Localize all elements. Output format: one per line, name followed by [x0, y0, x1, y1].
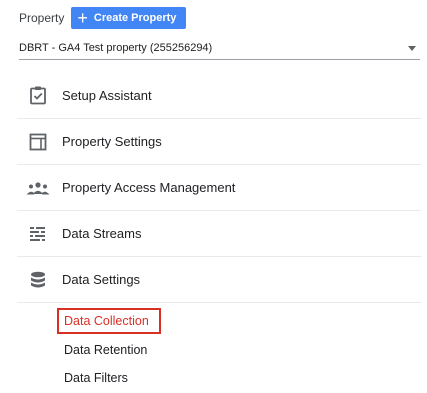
submenu-item-data-filters[interactable]: Data Filters	[57, 364, 161, 392]
plus-icon: +	[77, 7, 88, 28]
property-header: Property + Create Property	[19, 7, 187, 29]
menu-item-label: Property Settings	[62, 134, 162, 149]
menu-item-label: Setup Assistant	[62, 87, 152, 103]
submenu-item-data-collection[interactable]: Data Collection	[57, 308, 161, 334]
property-select-value: DBRT - GA4 Test property (255256294)	[19, 42, 213, 54]
streams-icon	[24, 223, 52, 245]
submenu-item-data-retention[interactable]: Data Retention	[57, 336, 161, 364]
property-label: Property	[19, 11, 65, 25]
create-property-button-label: Create Property	[93, 12, 177, 24]
create-property-button[interactable]: + Create Property	[71, 7, 187, 29]
database-icon	[24, 269, 52, 291]
dropdown-caret-icon[interactable]	[408, 45, 416, 51]
menu-item-property-settings[interactable]: Property Settings	[17, 119, 421, 165]
property-panel-icon	[24, 131, 52, 153]
property-select[interactable]: DBRT - GA4 Test property (255256294)	[19, 37, 420, 60]
property-admin-menu: Setup Assistant Property Settings Proper…	[17, 72, 421, 303]
people-icon	[24, 177, 52, 199]
menu-item-label: Property Access Management	[62, 180, 236, 195]
data-settings-submenu: Data Collection Data Retention Data Filt…	[57, 308, 161, 392]
menu-item-label: Data Streams	[62, 226, 142, 241]
menu-item-setup-assistant[interactable]: Setup Assistant	[17, 72, 421, 119]
menu-item-label: Data Settings	[62, 272, 141, 287]
menu-item-property-access-management[interactable]: Property Access Management	[17, 165, 421, 211]
menu-item-data-settings[interactable]: Data Settings	[17, 257, 421, 303]
menu-item-data-streams[interactable]: Data Streams	[17, 211, 421, 257]
clipboard-check-icon	[24, 84, 52, 106]
